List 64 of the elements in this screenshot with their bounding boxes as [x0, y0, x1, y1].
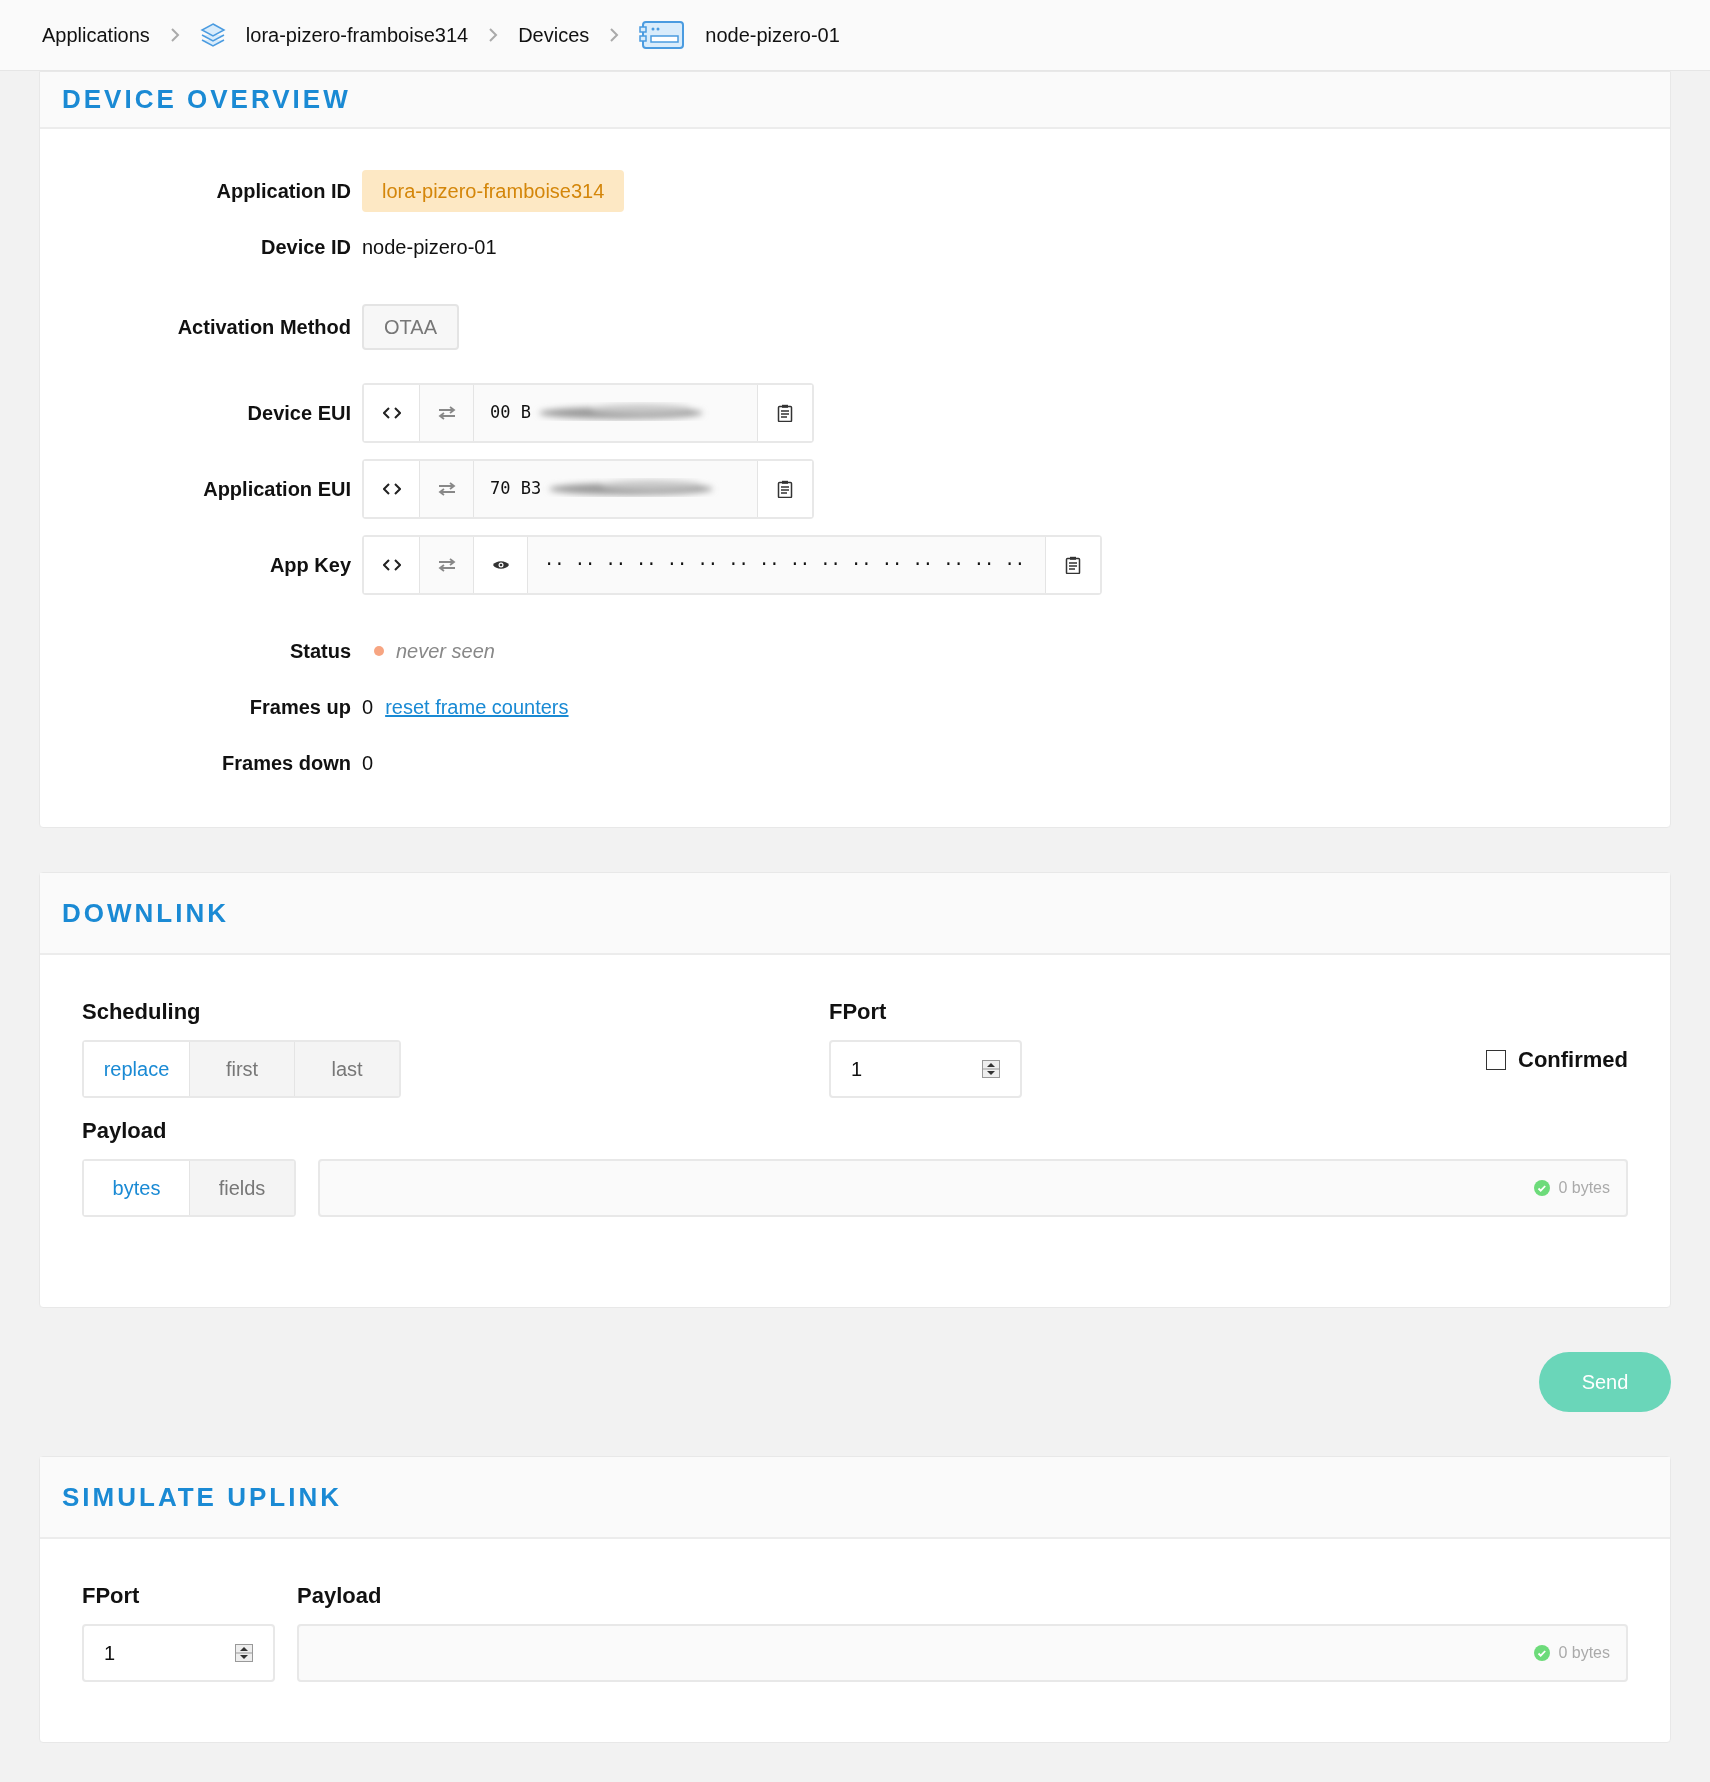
- swap-icon: [437, 406, 456, 420]
- breadcrumb-link[interactable]: node-pizero-01: [705, 20, 840, 50]
- eye-icon: [491, 559, 510, 571]
- device-icon: [639, 20, 686, 50]
- field-label: Application EUI: [203, 478, 351, 500]
- byte-count: 0 bytes: [1558, 1643, 1610, 1663]
- activation-tag: OTAA: [362, 304, 459, 350]
- section-title: DOWNLINK: [62, 896, 229, 930]
- check-circle-icon: [1534, 1645, 1551, 1661]
- application-id-badge: lora-pizero-framboise314: [362, 170, 625, 212]
- field-label: Activation Method: [177, 316, 351, 338]
- field-label: Payload: [297, 1582, 383, 1610]
- field-label: Application ID: [216, 180, 351, 202]
- clipboard-icon: [777, 404, 793, 422]
- breadcrumb-link[interactable]: Devices: [518, 20, 590, 50]
- field-value: 0: [362, 695, 374, 720]
- field-label: Frames up: [249, 696, 351, 718]
- clipboard-icon: [777, 480, 793, 498]
- field-label: Device EUI: [247, 402, 351, 424]
- field-label: App Key: [269, 554, 351, 576]
- fport-value: 1: [104, 1641, 116, 1666]
- field-label: Frames down: [222, 752, 351, 774]
- chevron-icon: [169, 28, 180, 42]
- section-title: DEVICE OVERVIEW: [62, 83, 351, 116]
- fport-field[interactable]: 1: [829, 1040, 1022, 1098]
- stepper-icon[interactable]: [235, 1644, 253, 1662]
- layers-icon: [199, 22, 226, 48]
- confirmed-label: Confirmed: [1518, 1046, 1628, 1074]
- code-icon: [382, 559, 401, 571]
- field-label: FPort: [82, 1582, 141, 1610]
- status-text: never seen: [396, 639, 495, 664]
- breadcrumb-link[interactable]: Applications: [42, 20, 150, 50]
- code-icon: [382, 407, 401, 419]
- byte-count: 0 bytes: [1558, 1178, 1610, 1198]
- app-key-field[interactable]: ·· ·· ·· ·· ·· ·· ·· ·· ·· ·· ·· ·· ·· ·· ·· ··: [362, 535, 1102, 595]
- field-value: 0: [362, 751, 374, 776]
- chevron-icon: [488, 28, 499, 42]
- confirmed-checkbox[interactable]: [1486, 1049, 1506, 1070]
- stepper-icon[interactable]: [982, 1060, 1000, 1078]
- field-label: Device ID: [260, 236, 351, 258]
- fport-value: 1: [851, 1057, 863, 1082]
- eui-value: 00 B: [490, 401, 531, 425]
- eui-value: 70 B3: [490, 477, 542, 501]
- swap-icon: [437, 558, 456, 572]
- eui-field[interactable]: 70 B3: [362, 459, 814, 519]
- field-label: Status: [289, 640, 351, 662]
- field-label: Payload: [82, 1117, 168, 1145]
- segment-tab[interactable]: fields: [189, 1161, 294, 1215]
- chevron-icon: [609, 28, 620, 42]
- breadcrumb-link[interactable]: lora-pizero-framboise314: [245, 20, 469, 50]
- segment-tab[interactable]: first: [189, 1042, 294, 1096]
- check-circle-icon: [1534, 1180, 1551, 1196]
- section-title: SIMULATE UPLINK: [62, 1480, 342, 1514]
- reset-link[interactable]: reset frame counters: [385, 692, 569, 722]
- clipboard-icon: [1065, 556, 1081, 574]
- segment-tab[interactable]: last: [294, 1042, 399, 1096]
- code-icon: [382, 483, 401, 495]
- eui-field[interactable]: 00 B: [362, 383, 814, 443]
- field-value: node-pizero-01: [362, 235, 497, 260]
- field-label: FPort: [829, 998, 888, 1026]
- masked-key: ·· ·· ·· ·· ·· ·· ·· ·· ·· ·· ·· ·· ·· ·· ·· ··: [544, 552, 1026, 578]
- swap-icon: [437, 482, 456, 496]
- fport-field[interactable]: 1: [82, 1624, 275, 1682]
- field-label: Scheduling: [82, 998, 202, 1026]
